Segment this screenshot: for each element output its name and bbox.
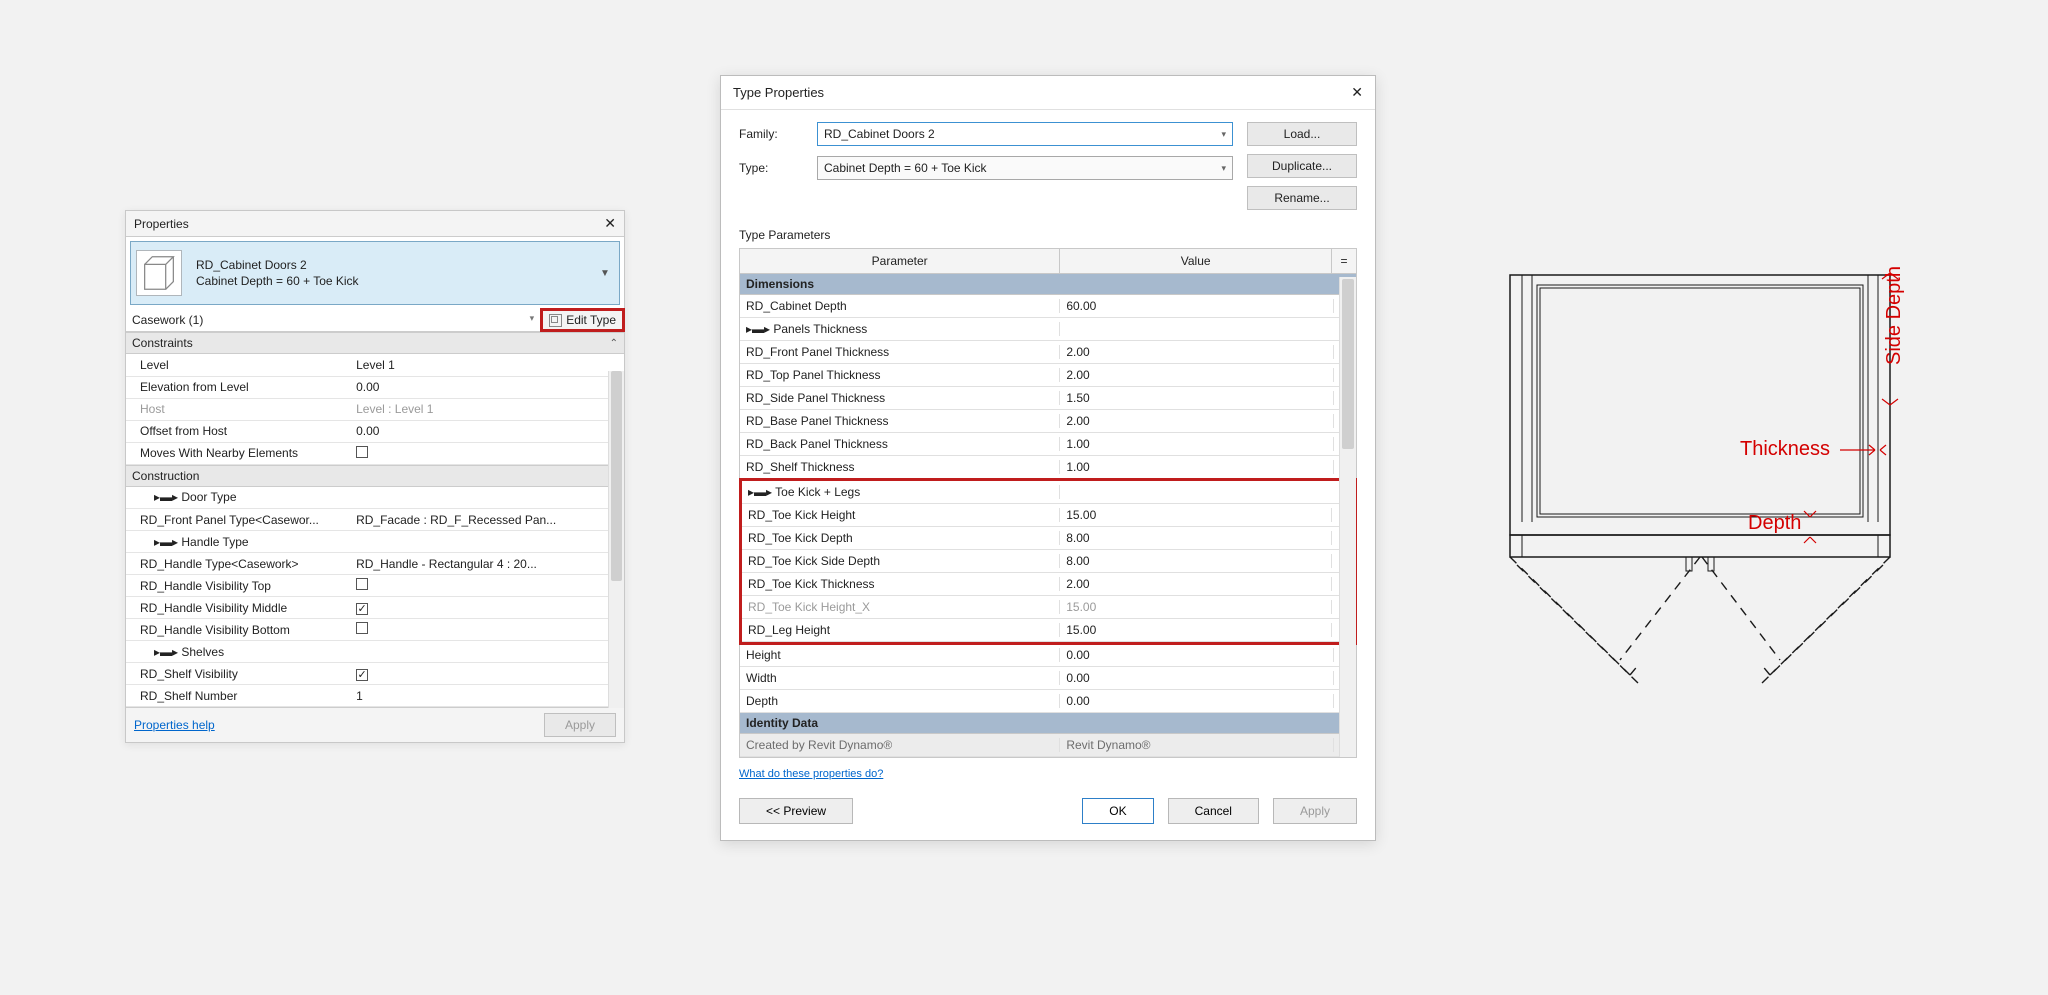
close-icon[interactable]: ✕ xyxy=(604,215,616,232)
duplicate-button[interactable]: Duplicate... xyxy=(1247,154,1357,178)
param-row[interactable]: RD_Front Panel Type<Casewor...RD_Facade … xyxy=(126,509,624,531)
rename-button[interactable]: Rename... xyxy=(1247,186,1357,210)
edit-type-button[interactable]: Edit Type xyxy=(540,308,625,332)
section-identity[interactable]: Identity Data⌃ xyxy=(740,713,1356,734)
param-row[interactable]: Depth0.00 xyxy=(740,690,1356,713)
type-properties-dialog: Type Properties ✕ Family: RD_Cabinet Doo… xyxy=(720,75,1376,841)
load-button[interactable]: Load... xyxy=(1247,122,1357,146)
param-row[interactable]: RD_Toe Kick Height15.00 xyxy=(742,504,1354,527)
cancel-button[interactable]: Cancel xyxy=(1168,798,1259,824)
highlighted-region: ▸▬▸ Toe Kick + LegsRD_Toe Kick Height15.… xyxy=(739,478,1357,645)
edit-type-icon xyxy=(549,314,562,327)
side-depth-label: Side Depth xyxy=(1883,266,1905,365)
param-row[interactable]: RD_Back Panel Thickness1.00 xyxy=(740,433,1356,456)
param-row[interactable]: Elevation from Level0.00 xyxy=(126,376,624,398)
type-parameters-label: Type Parameters xyxy=(739,228,1357,242)
type-select[interactable]: Cabinet Depth = 60 + Toe Kick▾ xyxy=(817,156,1233,180)
cabinet-icon xyxy=(136,250,182,296)
param-row[interactable]: Moves With Nearby Elements xyxy=(126,442,624,464)
param-row[interactable]: RD_Top Panel Thickness2.00 xyxy=(740,364,1356,387)
param-row[interactable]: Width0.00 xyxy=(740,667,1356,690)
param-row[interactable]: HostLevel : Level 1 xyxy=(126,398,624,420)
param-row[interactable]: Offset from Host0.00 xyxy=(126,420,624,442)
family-label: Family: xyxy=(739,127,805,141)
type-selector[interactable]: RD_Cabinet Doors 2 Cabinet Depth = 60 + … xyxy=(130,241,620,305)
param-row[interactable]: LevelLevel 1 xyxy=(126,354,624,376)
col-equals[interactable]: = xyxy=(1332,249,1356,273)
param-row[interactable]: ▸▬▸ Shelves xyxy=(126,641,624,663)
param-row[interactable]: RD_Leg Height15.00 xyxy=(742,619,1354,642)
param-row[interactable]: ▸▬▸ Toe Kick + Legs xyxy=(742,481,1354,504)
col-value[interactable]: Value xyxy=(1060,249,1332,273)
param-row[interactable]: RD_Base Panel Thickness2.00 xyxy=(740,410,1356,433)
section-header[interactable]: Construction⌃ xyxy=(126,465,624,487)
category-filter[interactable]: Casework (1)▾ xyxy=(126,309,541,331)
param-row[interactable]: ▸▬▸ Handle Type xyxy=(126,531,624,553)
param-row[interactable]: RD_Shelf Number1 xyxy=(126,685,624,707)
filter-row: Casework (1)▾ Edit Type xyxy=(126,309,624,332)
param-row[interactable]: RD_Toe Kick Height_X15.00 xyxy=(742,596,1354,619)
checkbox[interactable] xyxy=(356,622,368,634)
panel-titlebar: Properties ✕ xyxy=(126,211,624,237)
type-label: Type: xyxy=(739,161,805,175)
close-icon[interactable]: ✕ xyxy=(1351,84,1363,101)
parameters-table: Parameter Value = Dimensions⌃ RD_Cabinet… xyxy=(739,248,1357,758)
checkbox[interactable]: ✓ xyxy=(356,669,368,681)
param-row: Created by Revit Dynamo® Revit Dynamo® xyxy=(740,734,1356,757)
param-row[interactable]: RD_Handle Visibility Top xyxy=(126,575,624,597)
thickness-label: Thickness xyxy=(1740,438,1830,460)
dialog-titlebar: Type Properties ✕ xyxy=(721,76,1375,110)
scrollbar[interactable] xyxy=(1339,277,1356,757)
apply-button[interactable]: Apply xyxy=(1273,798,1357,824)
dialog-title: Type Properties xyxy=(733,85,824,100)
checkbox[interactable]: ✓ xyxy=(356,603,368,615)
param-row[interactable]: ▸▬▸ Door Type xyxy=(126,487,624,509)
cabinet-diagram: Side Depth Thickness Depth xyxy=(1490,255,1910,735)
family-select[interactable]: RD_Cabinet Doors 2▾ xyxy=(817,122,1233,146)
scrollbar[interactable] xyxy=(608,371,624,708)
param-row[interactable]: RD_Toe Kick Thickness2.00 xyxy=(742,573,1354,596)
apply-button[interactable]: Apply xyxy=(544,713,616,737)
param-row[interactable]: Height0.00 xyxy=(740,644,1356,667)
preview-button[interactable]: << Preview xyxy=(739,798,853,824)
checkbox[interactable] xyxy=(356,446,368,458)
section-dimensions[interactable]: Dimensions⌃ xyxy=(740,274,1356,295)
param-row[interactable]: RD_Handle Type<Casework>RD_Handle - Rect… xyxy=(126,553,624,575)
param-row[interactable]: RD_Shelf Thickness1.00 xyxy=(740,456,1356,479)
properties-help-link[interactable]: Properties help xyxy=(134,718,215,732)
properties-footer: Properties help Apply xyxy=(126,707,624,742)
ok-button[interactable]: OK xyxy=(1082,798,1153,824)
param-row[interactable]: RD_Toe Kick Depth8.00 xyxy=(742,527,1354,550)
section-header[interactable]: Constraints⌃ xyxy=(126,332,624,354)
param-row[interactable]: ▸▬▸ Panels Thickness xyxy=(740,318,1356,341)
param-row[interactable]: RD_Shelf Visibility✓ xyxy=(126,663,624,685)
checkbox[interactable] xyxy=(356,578,368,590)
param-row[interactable]: RD_Cabinet Depth60.00 xyxy=(740,295,1356,318)
param-row[interactable]: RD_Handle Visibility Middle✓ xyxy=(126,597,624,619)
depth-label: Depth xyxy=(1748,512,1801,534)
type-selector-text: RD_Cabinet Doors 2 Cabinet Depth = 60 + … xyxy=(196,257,600,289)
param-row[interactable]: RD_Toe Kick Side Depth8.00 xyxy=(742,550,1354,573)
panel-title: Properties xyxy=(134,217,189,231)
param-row[interactable]: RD_Side Panel Thickness1.50 xyxy=(740,387,1356,410)
param-row[interactable]: RD_Handle Visibility Bottom xyxy=(126,619,624,641)
properties-panel: Properties ✕ RD_Cabinet Doors 2 Cabinet … xyxy=(125,210,625,743)
chevron-down-icon[interactable]: ▼ xyxy=(600,268,614,279)
col-parameter[interactable]: Parameter xyxy=(740,249,1060,273)
help-link[interactable]: What do these properties do? xyxy=(739,768,883,780)
param-row[interactable]: RD_Front Panel Thickness2.00 xyxy=(740,341,1356,364)
